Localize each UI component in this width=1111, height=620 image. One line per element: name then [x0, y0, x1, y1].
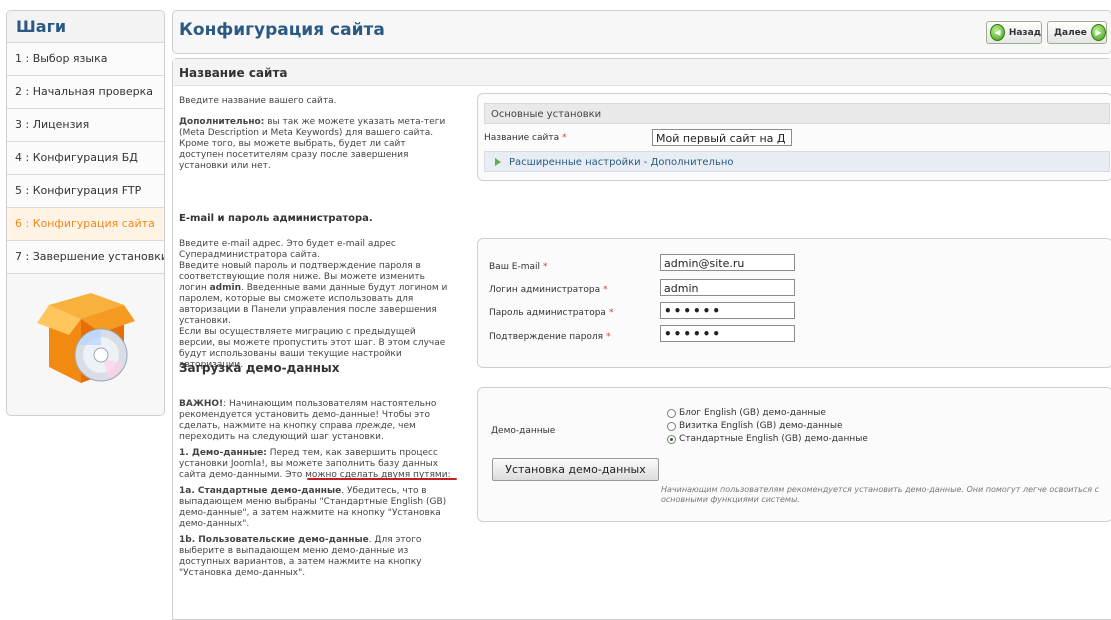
radio-icon[interactable]: [667, 421, 676, 431]
sidebar-step-1[interactable]: 1 : Выбор языка: [7, 43, 164, 76]
sidebar-step-6-active[interactable]: 6 : Конфигурация сайта: [7, 208, 164, 241]
back-button[interactable]: ◀ Назад: [986, 21, 1042, 44]
sidebar-step-4[interactable]: 4 : Конфигурация БД: [7, 142, 164, 175]
demo-p4-bold: 1b. Пользовательские демо-данные: [179, 535, 369, 545]
radio-checked-icon[interactable]: [667, 434, 676, 444]
demo-p1-italic: прежде: [355, 421, 393, 431]
install-demo-data-button[interactable]: Установка демо-данных: [492, 458, 659, 481]
advanced-settings-link[interactable]: Расширенные настройки - Дополнительно: [484, 151, 1110, 172]
demo-p2-bold: 1. Демо-данные:: [179, 448, 267, 458]
site-name-intro: Введите название вашего сайта.: [179, 96, 337, 106]
steps-sidebar: Шаги 1 : Выбор языка 2 : Начальная прове…: [6, 10, 165, 416]
email-label-text: Ваш E-mail: [489, 262, 541, 272]
sidebar-step-2[interactable]: 2 : Начальная проверка: [7, 76, 164, 109]
demo-p1: ВАЖНО!: Начинающим пользователям настоят…: [179, 399, 451, 443]
confirm-password-label: Подтверждение пароля *: [489, 332, 611, 342]
arrow-right-circle-icon: ▶: [1090, 24, 1106, 41]
admin-desc-2: Введите новый пароль и подтверждение пар…: [179, 261, 451, 327]
site-name-label-text: Название сайта: [484, 133, 560, 143]
site-name-input[interactable]: Мой первый сайт на Д: [652, 129, 792, 146]
demo-option-standard[interactable]: Стандартные English (GB) демо-данные: [667, 434, 868, 444]
sidebar-step-5[interactable]: 5 : Конфигурация FTP: [7, 175, 164, 208]
advanced-settings-label: Расширенные настройки - Дополнительно: [509, 157, 734, 168]
required-mark: *: [562, 133, 567, 143]
page-header: Конфигурация сайта ◀ Назад Далее ▶: [172, 10, 1111, 54]
page-title: Конфигурация сайта: [179, 20, 385, 40]
radio-icon[interactable]: [667, 408, 676, 418]
back-button-label: Назад: [1008, 27, 1041, 38]
admin-desc-2-bold: admin: [209, 283, 241, 293]
demo-option-business-card[interactable]: Визитка English (GB) демо-данные: [667, 421, 843, 431]
required-mark: *: [543, 262, 548, 272]
required-mark: *: [603, 285, 608, 295]
red-underline-annotation: [307, 478, 457, 480]
confirm-label-text: Подтверждение пароля: [489, 332, 604, 342]
required-mark: *: [606, 332, 611, 342]
admin-fieldset: Ваш E-mail * admin@site.ru Логин админист…: [477, 238, 1111, 368]
demo-option-standard-label: Стандартные English (GB) демо-данные: [679, 434, 868, 444]
admin-title: E-mail и пароль администратора.: [179, 213, 373, 224]
site-name-title: Название сайта: [179, 66, 288, 80]
sidebar-title: Шаги: [7, 11, 164, 43]
demo-p2: 1. Демо-данные: Перед тем, как завершить…: [179, 448, 451, 481]
password-label-text: Пароль администратора: [489, 308, 606, 318]
arrow-left-circle-icon: ◀: [990, 24, 1005, 41]
software-box-with-disc-icon: [37, 293, 135, 383]
demo-hint: Начинающим пользователям рекомендуется у…: [661, 485, 1100, 504]
triangle-right-icon: [495, 158, 501, 166]
password-input[interactable]: ••••••: [660, 302, 795, 319]
demo-p3: 1a. Стандартные демо-данные. Убедитесь, …: [179, 486, 451, 530]
email-label: Ваш E-mail *: [489, 262, 548, 272]
demo-p1-bold: ВАЖНО!: [179, 399, 224, 409]
demo-p4: 1b. Пользовательские демо-данные. Для эт…: [179, 535, 451, 579]
confirm-password-input[interactable]: ••••••: [660, 325, 795, 342]
demo-fieldset: Демо-данные Блог English (GB) демо-данны…: [477, 387, 1111, 522]
admin-description: Введите e-mail адрес. Это будет e-mail а…: [179, 239, 451, 371]
demo-option-blog-label: Блог English (GB) демо-данные: [679, 408, 826, 418]
basic-settings-fieldset: Основные установки Название сайта * Мой п…: [477, 93, 1111, 181]
demo-option-business-card-label: Визитка English (GB) демо-данные: [679, 421, 843, 431]
required-mark: *: [608, 308, 614, 318]
login-input[interactable]: admin: [660, 279, 795, 296]
site-name-label: Название сайта *: [484, 133, 567, 143]
admin-desc-1: Введите e-mail адрес. Это будет e-mail а…: [179, 239, 396, 260]
email-input[interactable]: admin@site.ru: [660, 254, 795, 271]
demo-description: ВАЖНО!: Начинающим пользователям настоят…: [179, 399, 451, 579]
section-band: [173, 59, 1111, 86]
site-name-extra-bold: Дополнительно:: [179, 117, 265, 127]
basic-settings-header: Основные установки: [484, 103, 1110, 124]
main-panel: Название сайта Введите название вашего с…: [172, 58, 1111, 620]
login-label-text: Логин администратора: [489, 285, 601, 295]
demo-title: Загрузка демо-данных: [179, 361, 340, 375]
next-button[interactable]: Далее ▶: [1047, 21, 1107, 44]
password-label: Пароль администратора *: [489, 308, 613, 318]
demo-option-blog[interactable]: Блог English (GB) демо-данные: [667, 408, 826, 418]
demo-data-label: Демо-данные: [491, 426, 556, 436]
site-name-extra: Дополнительно: вы так же можете указать …: [179, 117, 451, 172]
next-button-label: Далее: [1054, 27, 1087, 38]
demo-p3-bold: 1a. Стандартные демо-данные: [179, 486, 342, 496]
sidebar-step-7[interactable]: 7 : Завершение установки: [7, 241, 164, 274]
login-label: Логин администратора *: [489, 285, 608, 295]
sidebar-step-3[interactable]: 3 : Лицензия: [7, 109, 164, 142]
